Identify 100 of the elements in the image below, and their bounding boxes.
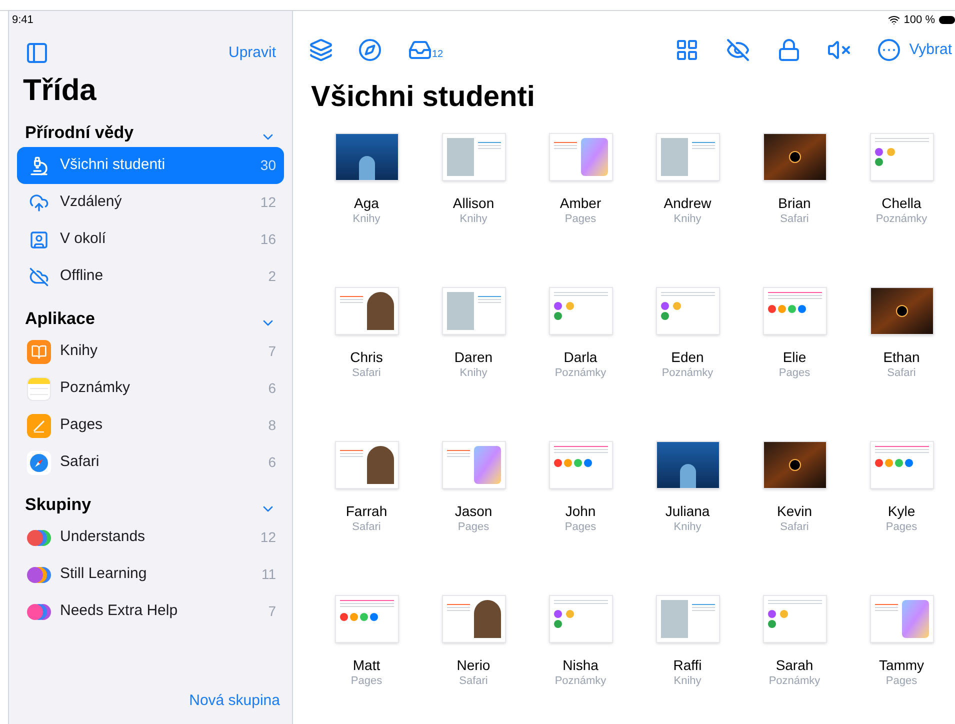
student-name: Chella — [882, 195, 922, 211]
student-tile[interactable]: Raffi Knihy — [634, 595, 741, 689]
sidebar-item[interactable]: Understands 12 — [17, 519, 284, 556]
student-app: Knihy — [352, 212, 380, 227]
student-tile[interactable]: Tammy Pages — [848, 595, 955, 689]
student-tile[interactable]: Chris Safari — [313, 287, 420, 381]
item-count: 6 — [268, 453, 276, 472]
student-name: Matt — [352, 657, 380, 673]
item-count: 8 — [268, 416, 276, 435]
student-app: Poznámky — [662, 366, 714, 381]
cloud-off-icon — [29, 266, 49, 286]
select-button[interactable]: Vybrat — [909, 38, 952, 62]
student-tile[interactable]: Aga Knihy — [313, 133, 420, 227]
screen-thumbnail — [334, 133, 398, 181]
student-tile[interactable]: Amber Pages — [527, 133, 634, 227]
student-app: Safari — [352, 520, 381, 535]
student-tile[interactable]: Elie Pages — [741, 287, 848, 381]
screen-thumbnail — [656, 441, 720, 489]
student-tile[interactable]: Brian Safari — [741, 133, 848, 227]
more-icon[interactable] — [877, 38, 902, 62]
student-tile[interactable]: Nisha Poznámky — [527, 595, 634, 689]
compass-app-icon — [27, 450, 51, 474]
sidebar-item[interactable]: Vzdálený 12 — [17, 184, 284, 221]
student-tile[interactable]: Kyle Pages — [848, 441, 955, 535]
new-group-button[interactable]: Nová skupina — [189, 690, 280, 712]
item-count: 7 — [268, 602, 276, 621]
student-tile[interactable]: Jason Pages — [420, 441, 527, 535]
student-app: Knihy — [674, 674, 702, 689]
item-count: 16 — [260, 230, 276, 249]
edit-button[interactable]: Upravit — [228, 42, 276, 64]
student-app: Pages — [564, 212, 596, 227]
group-avatars-icon — [27, 566, 51, 582]
student-app: Poznámky — [554, 366, 606, 381]
screen-thumbnail — [548, 287, 612, 335]
item-count: 12 — [260, 528, 276, 547]
sidebar-item[interactable]: Knihy 7 — [17, 333, 284, 370]
student-tile[interactable]: Nerio Safari — [420, 595, 527, 689]
student-app: Pages — [564, 520, 596, 535]
student-app: Knihy — [674, 520, 702, 535]
book-app-icon — [27, 340, 51, 364]
student-app: Pages — [778, 366, 810, 381]
inbox-icon — [408, 38, 432, 62]
sidebar-item[interactable]: Poznámky 6 — [17, 370, 284, 407]
student-tile[interactable]: Matt Pages — [313, 595, 420, 689]
sidebar-item[interactable]: Needs Extra Help 7 — [17, 593, 284, 630]
eye-off-icon[interactable] — [726, 38, 750, 62]
status-time: 9:41 — [12, 13, 34, 28]
screen-thumbnail — [548, 133, 612, 181]
student-name: Farrah — [346, 503, 388, 519]
sidebar-item[interactable]: Safari 6 — [17, 444, 284, 481]
student-app: Safari — [459, 674, 488, 689]
student-app: Safari — [887, 366, 916, 381]
person-icon — [29, 230, 49, 250]
student-tile[interactable]: Chella Poznámky — [848, 133, 955, 227]
layers-icon[interactable] — [309, 38, 333, 62]
student-app: Safari — [780, 520, 809, 535]
compass-icon[interactable] — [358, 38, 382, 62]
group-avatars-icon — [27, 604, 51, 620]
student-app: Pages — [350, 674, 382, 689]
item-count: 6 — [268, 379, 276, 398]
screen-thumbnail — [762, 133, 826, 181]
student-tile[interactable]: Sarah Poznámky — [741, 595, 848, 689]
student-tile[interactable]: Ethan Safari — [848, 287, 955, 381]
mute-icon[interactable] — [827, 38, 852, 62]
item-count: 2 — [268, 267, 276, 286]
item-label: Understands — [60, 527, 146, 548]
screen-thumbnail — [870, 595, 934, 643]
inbox-button[interactable]: 12 — [408, 38, 444, 62]
screen-thumbnail — [334, 287, 398, 335]
screen-thumbnail — [762, 595, 826, 643]
grid-icon[interactable] — [675, 38, 700, 62]
sidebar-item[interactable]: Offline 2 — [17, 258, 284, 295]
cloud-icon — [29, 192, 49, 212]
student-app: Poznámky — [876, 212, 928, 227]
student-app: Poznámky — [554, 674, 606, 689]
student-tile[interactable]: Allison Knihy — [420, 133, 527, 227]
student-name: Daren — [454, 349, 493, 365]
student-tile[interactable]: Andrew Knihy — [634, 133, 741, 227]
student-tile[interactable]: Juliana Knihy — [634, 441, 741, 535]
item-count: 12 — [260, 193, 276, 212]
sidebar-item[interactable]: V okolí 16 — [17, 221, 284, 258]
screen-thumbnail — [334, 441, 398, 489]
student-app: Safari — [780, 212, 809, 227]
sidebar-item[interactable]: Still Learning 11 — [17, 556, 284, 593]
student-tile[interactable]: Eden Poznámky — [634, 287, 741, 381]
sidebar-item[interactable]: Všichni studenti 30 — [17, 147, 284, 184]
sidebar-item[interactable]: Pages 8 — [17, 407, 284, 444]
lock-icon[interactable] — [777, 38, 802, 62]
student-name: Chris — [350, 349, 383, 365]
student-tile[interactable]: Kevin Safari — [741, 441, 848, 535]
sidebar-toggle-icon[interactable] — [25, 41, 49, 65]
screen-thumbnail — [870, 287, 934, 335]
student-name: Darla — [564, 349, 598, 365]
student-name: John — [565, 503, 596, 519]
page-title: Všichni studenti — [311, 80, 536, 115]
student-tile[interactable]: John Pages — [527, 441, 634, 535]
student-tile[interactable]: Darla Poznámky — [527, 287, 634, 381]
student-tile[interactable]: Daren Knihy — [420, 287, 527, 381]
student-tile[interactable]: Farrah Safari — [313, 441, 420, 535]
student-name: Juliana — [665, 503, 710, 519]
